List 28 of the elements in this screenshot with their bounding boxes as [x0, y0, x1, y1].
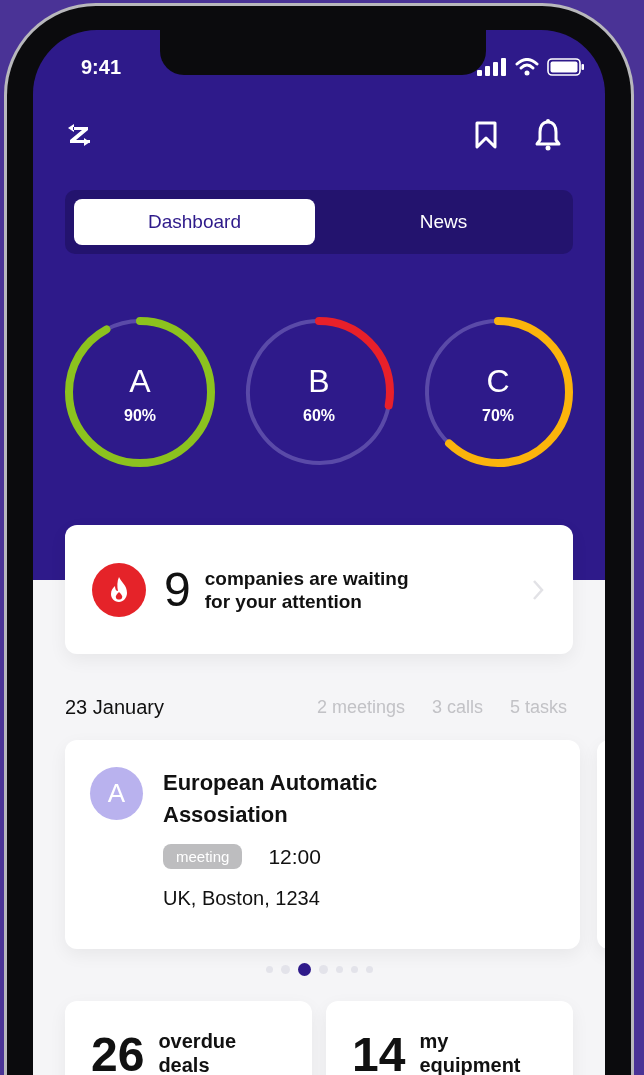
- ring-percent: 70%: [482, 407, 514, 425]
- ring-letter: C: [486, 363, 510, 399]
- fire-icon: [92, 562, 146, 617]
- pager-dot[interactable]: [297, 962, 311, 976]
- ring-percent: 60%: [303, 407, 335, 425]
- meeting-address: UK, Boston, 1234: [163, 887, 321, 910]
- meeting-card[interactable]: A European Automatic Assosiation meeting 12:00 UK, Boston, 1234: [65, 740, 580, 949]
- ring-letter: B: [308, 363, 330, 399]
- tab[interactable]: News: [323, 199, 564, 245]
- stat-label: overdue deals: [158, 1029, 238, 1075]
- ring-letter: A: [129, 363, 151, 399]
- signal-icon: [477, 58, 507, 76]
- avatar: A: [90, 767, 143, 820]
- meeting-tag: meeting: [163, 844, 243, 869]
- alert-count: 9: [164, 562, 191, 617]
- bookmark-icon[interactable]: [473, 120, 499, 150]
- wifi-icon: [515, 58, 539, 76]
- agenda-date: 23 January: [65, 695, 164, 719]
- notification-bell-icon[interactable]: [533, 118, 563, 152]
- tab[interactable]: Dashboard: [74, 199, 315, 245]
- battery-icon: [547, 58, 585, 76]
- meeting-title: European Automatic Assosiation: [163, 769, 379, 829]
- stat-count: 26: [91, 1029, 145, 1075]
- alert-text: companies are waiting for your attention: [204, 566, 410, 613]
- ring-percent: 90%: [124, 407, 156, 425]
- meeting-time: 12:00: [268, 844, 321, 869]
- stat-count: 14: [352, 1029, 406, 1075]
- status-time: 9:41: [81, 55, 122, 79]
